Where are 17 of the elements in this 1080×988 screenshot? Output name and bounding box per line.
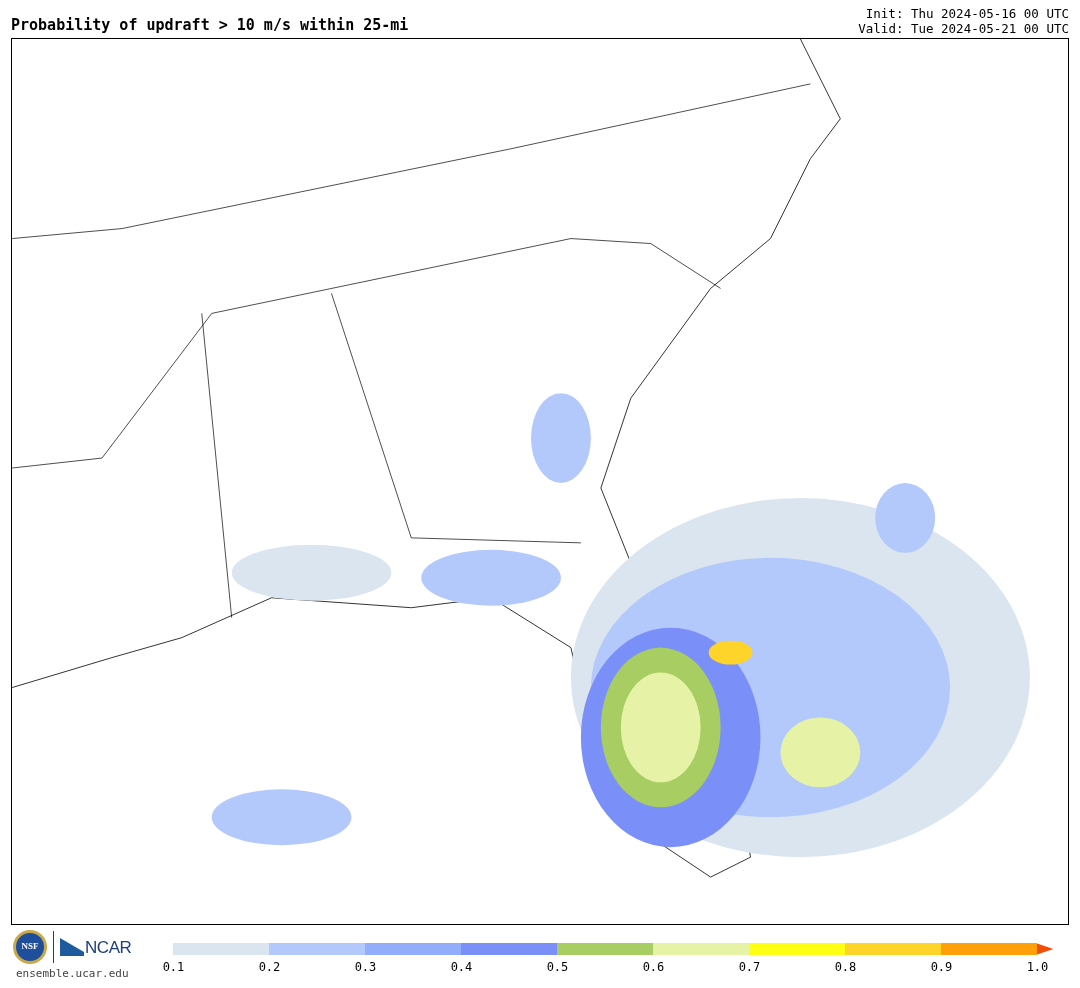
tick-label: 1.0 — [1025, 961, 1050, 973]
tick-label: 0.9 — [929, 961, 954, 973]
tick-label: 0.8 — [833, 961, 858, 973]
tick-label: 0.3 — [353, 961, 378, 973]
chart-title: Probability of updraft > 10 m/s within 25-mi — [11, 18, 409, 33]
valid-time: Valid: Tue 2024-05-21 00 UTC — [858, 21, 1069, 36]
site-url: ensemble.ucar.edu — [15, 966, 129, 982]
tick-label: 0.2 — [257, 961, 282, 973]
ncar-logo: NCAR — [60, 938, 132, 956]
tick-label: 0.7 — [737, 961, 762, 973]
nsf-logo: NSF — [13, 930, 47, 964]
init-time: Init: Thu 2024-05-16 00 UTC — [865, 6, 1069, 21]
tick-label: 0.5 — [545, 961, 570, 973]
ncar-mark-icon — [60, 938, 84, 956]
tick-label: 0.1 — [161, 961, 186, 973]
tick-label: 0.6 — [641, 961, 666, 973]
tick-label: 0.4 — [449, 961, 474, 973]
